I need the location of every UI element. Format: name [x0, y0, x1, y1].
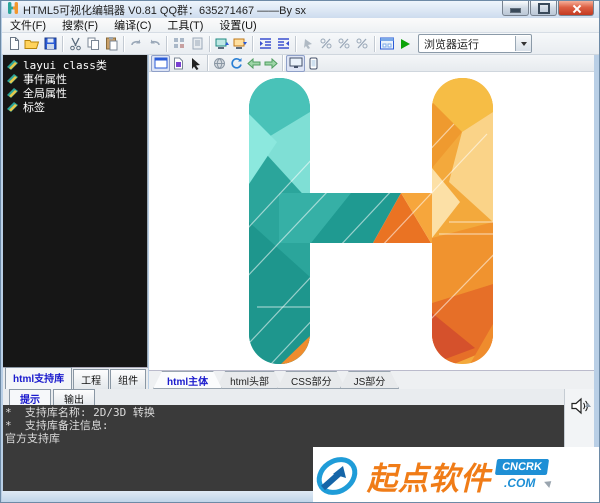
minimize-icon [510, 8, 521, 13]
menu-bar: 文件(F) 搜索(F) 编译(C) 工具(T) 设置(U) [2, 18, 600, 33]
document-icon[interactable] [188, 35, 206, 53]
menu-settings[interactable]: 设置(U) [211, 17, 264, 33]
globe-icon[interactable] [211, 56, 228, 71]
toolbar-separator [166, 36, 167, 52]
book-icon [6, 59, 19, 70]
outdent-icon[interactable] [274, 35, 292, 53]
percent-2-icon[interactable] [335, 35, 353, 53]
tree-item-global-attrs[interactable]: 全局属性 [6, 86, 147, 99]
tab-html-body[interactable]: html主体 [153, 371, 222, 389]
tree-item-event-attrs[interactable]: 事件属性 [6, 72, 147, 85]
toolbar-separator [123, 36, 124, 52]
site-badge: CNCRK .COM [496, 459, 552, 493]
pointer-icon[interactable] [187, 56, 204, 71]
title-bar: HTML5可视化编辑器 V0.81 QQ群：635271467 ——By sx [2, 1, 600, 18]
book-icon [6, 87, 19, 98]
code-file-icon[interactable] [170, 56, 187, 71]
close-icon [572, 4, 581, 13]
percent-1-icon[interactable] [317, 35, 335, 53]
main-toolbar: 浏览器运行 [2, 33, 600, 55]
design-view-icon[interactable] [151, 55, 170, 72]
window-controls [501, 1, 594, 16]
output-line: * 支持库名称: 2D/3D 转换 [5, 406, 564, 419]
tab-html-support-lib[interactable]: html支持库 [5, 367, 72, 389]
tab-js-section[interactable]: JS部分 [340, 371, 400, 389]
run-play-icon[interactable] [396, 35, 414, 53]
badge-bottom-text: .COM [504, 476, 535, 490]
maximize-icon [538, 3, 550, 14]
paste-icon[interactable] [102, 35, 120, 53]
tab-html-head[interactable]: html头部 [216, 371, 283, 389]
window-title: HTML5可视化编辑器 V0.81 QQ群：635271467 ——By sx [23, 2, 306, 18]
book-icon [6, 101, 19, 112]
menu-tools[interactable]: 工具(T) [159, 17, 211, 33]
run-target-value: 浏览器运行 [419, 36, 515, 52]
dropdown-arrow-icon[interactable] [515, 36, 531, 51]
run-target-dropdown[interactable]: 浏览器运行 [418, 34, 532, 53]
package-icon[interactable] [231, 35, 249, 53]
support-library-tree: layui class类 事件属性 全局属性 标签 [3, 55, 148, 367]
output-line: * 支持库备注信息: [5, 419, 564, 432]
tree-item-layui-class[interactable]: layui class类 [6, 58, 147, 71]
deploy-icon[interactable] [213, 35, 231, 53]
editor-tab-strip: html主体 html头部 CSS部分 JS部分 [149, 370, 594, 389]
app-logo-icon [7, 2, 19, 17]
h-logo-image [149, 72, 594, 370]
minimize-button[interactable] [502, 1, 529, 16]
toolbar-separator [207, 55, 208, 71]
tab-components[interactable]: 组件 [110, 369, 146, 389]
new-file-icon[interactable] [5, 35, 23, 53]
forward-arrow-icon[interactable] [262, 56, 279, 71]
indent-icon[interactable] [256, 35, 274, 53]
toolbar-separator [252, 36, 253, 52]
site-watermark: 起点软件 CNCRK .COM [313, 447, 600, 503]
browser-window-icon[interactable] [378, 35, 396, 53]
toolbar-separator [62, 36, 63, 52]
back-arrow-icon[interactable] [245, 56, 262, 71]
output-line: 官方支持库 [5, 432, 564, 445]
external-link-arrow-icon [544, 478, 554, 488]
toolbar-separator [295, 36, 296, 52]
refresh-icon[interactable] [228, 56, 245, 71]
output-tab-strip: 提示 输出 [3, 389, 564, 405]
open-folder-icon[interactable] [23, 35, 41, 53]
mobile-preview-icon[interactable] [305, 56, 322, 71]
cut-icon[interactable] [66, 35, 84, 53]
redo-icon[interactable] [127, 35, 145, 53]
tab-project[interactable]: 工程 [73, 369, 109, 389]
book-icon [6, 73, 19, 84]
design-canvas [149, 72, 594, 370]
toolbar-separator [209, 36, 210, 52]
qidian-logo-icon [313, 452, 361, 500]
save-icon[interactable] [41, 35, 59, 53]
view-toolbar [149, 55, 594, 72]
tree-item-tags[interactable]: 标签 [6, 100, 147, 113]
site-name: 起点软件 [367, 452, 491, 498]
desktop-preview-icon[interactable] [286, 55, 305, 72]
maximize-button[interactable] [530, 1, 557, 16]
menu-search[interactable]: 搜索(F) [54, 17, 106, 33]
app-window: HTML5可视化编辑器 V0.81 QQ群：635271467 ——By sx … [0, 0, 600, 503]
tab-hints[interactable]: 提示 [9, 389, 51, 405]
tab-output[interactable]: 输出 [53, 389, 95, 405]
collapse-arrow-icon[interactable] [585, 403, 591, 407]
blocks-icon[interactable] [170, 35, 188, 53]
toolbar-separator [282, 55, 283, 71]
tree-item-label: 标签 [23, 99, 45, 115]
tab-css-section[interactable]: CSS部分 [277, 371, 346, 389]
menu-file[interactable]: 文件(F) [2, 17, 54, 33]
close-button[interactable] [558, 1, 594, 16]
copy-icon[interactable] [84, 35, 102, 53]
sidebar-tab-strip: html支持库 工程 组件 [3, 367, 148, 389]
pointer-small-icon[interactable] [299, 35, 317, 53]
menu-compile[interactable]: 编译(C) [106, 17, 159, 33]
badge-top-text: CNCRK [495, 459, 549, 475]
toolbar-separator [374, 36, 375, 52]
undo-icon[interactable] [145, 35, 163, 53]
percent-3-icon[interactable] [353, 35, 371, 53]
